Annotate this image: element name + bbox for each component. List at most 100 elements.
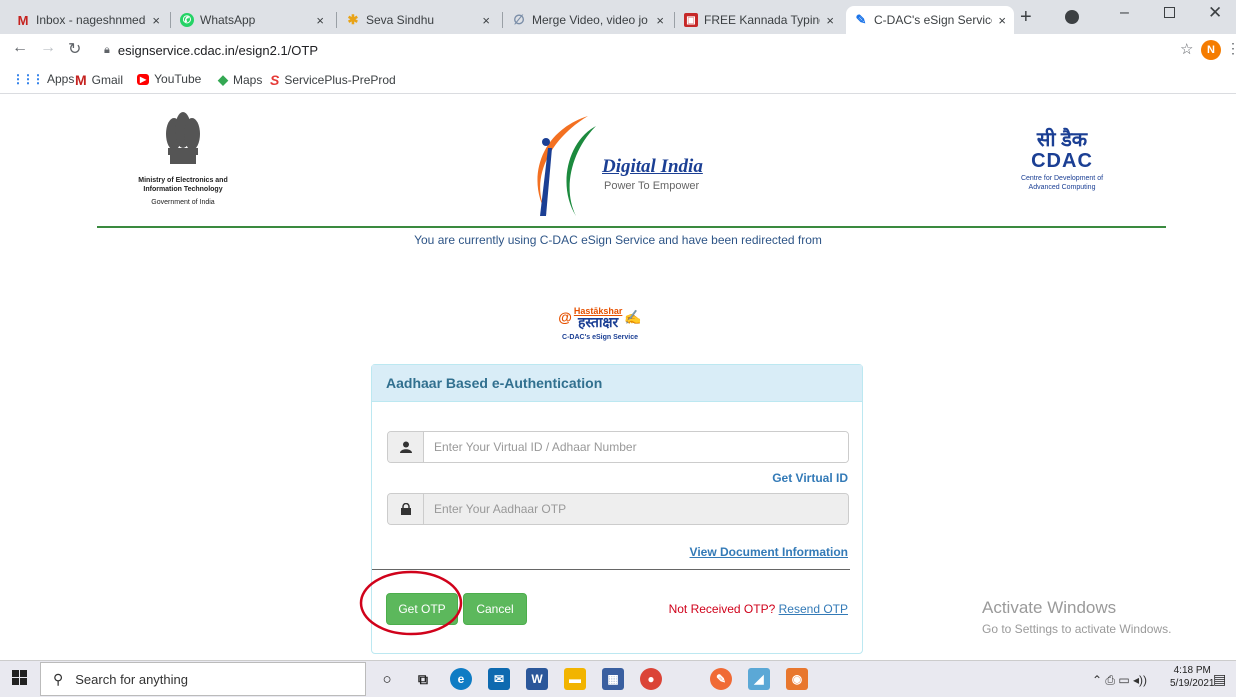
auth-panel-title: Aadhaar Based e-Authentication [372,365,862,402]
file-explorer-icon[interactable]: ▬ [564,668,586,690]
digital-india-title: Digital India [602,156,703,177]
digital-india-tagline: Power To Empower [604,180,700,192]
annotation-ellipse [359,570,463,636]
youtube-icon: ▶ [137,73,150,85]
cancel-button[interactable]: Cancel [463,593,527,625]
user-icon [388,432,424,462]
header-divider [97,226,1166,228]
bookmark-label: Gmail [91,73,124,87]
activate-windows-subtitle: Go to Settings to activate Windows. [982,622,1172,636]
gmail-icon: M [17,12,29,28]
tab-seva-sindhu[interactable]: ✱ Seva Sindhu × [338,6,498,34]
app-blue-icon[interactable]: ◢ [748,668,770,690]
forward-icon[interactable]: → [40,39,56,57]
tab-kannada-typing[interactable]: ▣ FREE Kannada Typing × [676,6,842,34]
bookmark-label: Maps [233,73,263,87]
view-document-link[interactable]: View Document Information [690,545,848,559]
close-icon[interactable]: × [482,13,490,28]
meity-line-3: Government of India [151,199,215,206]
bookmark-maps[interactable]: ◆ Maps [218,72,262,88]
menu-icon[interactable]: ⋮ [1226,40,1236,57]
maps-icon: ◆ [218,72,228,87]
taskbar-search-box[interactable]: ⚲ Search for anything [40,662,366,696]
notification-icon[interactable]: ▤ [1213,671,1226,688]
tab-whatsapp[interactable]: ✆ WhatsApp × [172,6,332,34]
store-icon[interactable]: ▦ [602,668,624,690]
get-virtual-id-link[interactable]: Get Virtual ID [772,471,848,485]
tab-inbox[interactable]: M Inbox - nageshnmedc × [8,6,168,34]
merge-video-icon: ∅ [513,12,525,27]
edge-icon[interactable]: e [450,668,472,690]
close-icon[interactable]: × [998,13,1006,28]
digital-india-swirl-icon [537,116,596,216]
search-icon: ⚲ [53,670,64,687]
gmail-icon: M [75,72,87,88]
minimize-icon[interactable]: – [1120,4,1129,22]
cdac-line-1: Centre for Development of [1020,175,1104,182]
hastakshar-caption: C-DAC's eSign Service [562,334,638,341]
close-icon[interactable]: × [152,13,160,28]
virtual-id-input[interactable] [424,432,848,462]
back-icon[interactable]: ← [12,39,28,57]
activate-windows-title: Activate Windows [982,598,1117,617]
pen-icon: ✍ [624,308,642,325]
esign-icon: ✎ [855,12,867,27]
redirect-notice: You are currently using C-DAC eSign Serv… [414,233,822,247]
windows-start-icon[interactable] [12,670,28,691]
bookmark-apps[interactable]: ⋮⋮⋮ Apps [12,72,74,86]
meity-logo: Ministry of Electronics and Information … [118,110,248,220]
tab-label: C-DAC's eSign Service [874,13,993,27]
app-orange-icon[interactable]: ✎ [710,668,732,690]
whatsapp-icon: ✆ [180,13,194,27]
profile-avatar[interactable]: N [1201,40,1221,60]
serviceplus-icon: S [270,72,280,88]
mail-icon[interactable]: ✉ [488,668,510,690]
bookmark-gmail[interactable]: M Gmail [75,72,123,88]
hastakshar-swirl-icon: @ [558,309,572,325]
cdac-logo: सी डैक CDAC Centre for Development of Ad… [1004,130,1120,210]
tray-icons[interactable]: ⌃ ⎙ ▭ ◂)) [1092,673,1147,688]
taskbar-clock[interactable]: 4:18 PM 5/19/2021 [1170,664,1215,690]
aadhaar-otp-input[interactable] [424,494,848,524]
task-view-icon[interactable]: ⧉ [412,668,434,690]
bookmark-serviceplus[interactable]: S ServicePlus-PreProd [270,72,396,88]
restore-icon[interactable] [1164,7,1175,18]
word-icon[interactable]: W [526,668,548,690]
bookmark-label: YouTube [154,72,202,86]
extension-icon[interactable] [1065,10,1079,24]
close-icon[interactable]: × [656,13,664,28]
hastakshar-hindi: हस्ताक्षर [577,314,619,330]
close-icon[interactable]: × [826,13,834,28]
tab-label: WhatsApp [200,13,256,27]
bookmark-youtube[interactable]: ▶ YouTube [137,72,201,86]
address-bar[interactable]: 🔒︎ esignservice.cdac.in/esign2.1/OTP [104,38,1184,62]
clock-date: 5/19/2021 [1170,678,1215,689]
new-tab-button[interactable]: + [1020,6,1032,29]
seva-sindhu-icon: ✱ [347,12,359,27]
meity-line-1: Ministry of Electronics and [138,177,228,184]
bookmark-label: Apps [47,72,75,86]
browser-tab-bar: M Inbox - nageshnmedc × ✆ WhatsApp × ✱ S… [0,0,1236,34]
clock-time: 4:18 PM [1173,665,1211,676]
close-icon[interactable]: × [316,13,324,28]
cortana-icon[interactable]: ○ [376,668,398,690]
chrome-icon[interactable]: ● [640,668,662,690]
reload-icon[interactable]: ↻ [68,39,81,59]
ashoka-emblem-icon [166,112,200,164]
tab-label: Inbox - nageshnmedc [36,13,147,27]
virtual-id-input-group [387,431,849,463]
taskbar-search-text: Search for anything [75,671,188,687]
resend-otp-row: Not Received OTP? Resend OTP [669,602,848,616]
meity-line-2: Information Technology [143,186,223,193]
resend-otp-link[interactable]: Resend OTP [779,602,848,616]
lock-icon [388,494,424,524]
window-close-icon[interactable]: ✕ [1208,3,1222,23]
tab-label: Merge Video, video jo [532,13,648,27]
tab-esign-active[interactable]: ✎ C-DAC's eSign Service × [846,6,1014,34]
tab-label: Seva Sindhu [366,13,435,27]
cdac-line-2: Advanced Computing [1028,184,1096,191]
app-orange2-icon[interactable]: ◉ [786,668,808,690]
star-icon[interactable]: ☆ [1180,40,1193,58]
tab-merge-video[interactable]: ∅ Merge Video, video jo × [504,6,672,34]
digital-india-logo: Digital India Power To Empower [518,112,738,220]
